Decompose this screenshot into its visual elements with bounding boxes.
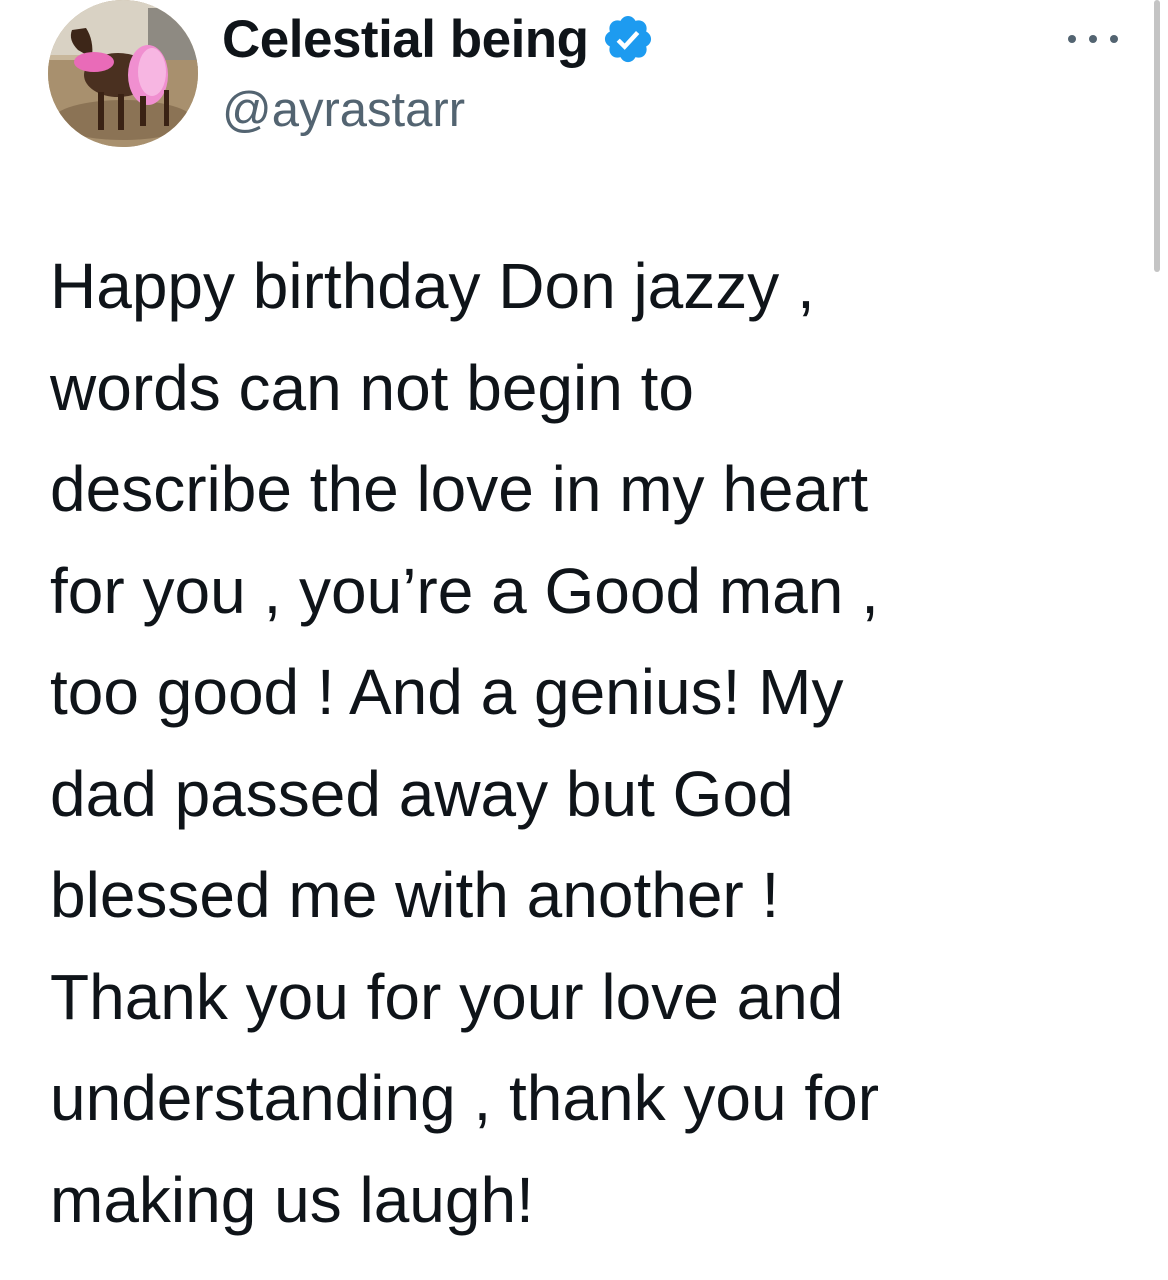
avatar[interactable] — [48, 0, 198, 147]
more-horizontal-icon-dot — [1089, 35, 1097, 43]
more-horizontal-icon — [1068, 35, 1076, 43]
tweet-text-line: for you , you’re a Good man , — [50, 554, 879, 627]
tweet-text-line: describe the love in my heart — [50, 453, 869, 525]
display-name[interactable]: Celestial being — [222, 9, 589, 70]
tweet-text-line: dad passed away but God — [50, 757, 794, 830]
author-row: Celestial being — [222, 4, 655, 74]
tweet-text-line: understanding , thank you for — [50, 1062, 879, 1134]
tweet-text-line: Thank you for your love and — [50, 960, 844, 1033]
tweet-text: Happy birthday Don jazzy , words can not… — [50, 236, 1140, 1251]
more-options-button[interactable] — [1068, 24, 1118, 54]
tweet-card: Celestial being @ayrastarr Happy birthda… — [0, 0, 1168, 1280]
tweet-text-line: blessed me with another ! — [50, 859, 780, 931]
scrollbar[interactable] — [1154, 0, 1160, 272]
author-handle[interactable]: @ayrastarr — [222, 82, 465, 138]
tweet-text-line: making us laugh! — [50, 1163, 534, 1236]
tweet-text-line: words can not begin to — [50, 351, 694, 424]
more-horizontal-icon-dot — [1110, 35, 1118, 43]
avatar-image — [48, 0, 198, 147]
tweet-text-line: too good ! And a genius! My — [50, 656, 844, 728]
tweet-text-line: Happy birthday Don jazzy , — [50, 250, 815, 322]
verified-badge-icon — [601, 12, 655, 66]
